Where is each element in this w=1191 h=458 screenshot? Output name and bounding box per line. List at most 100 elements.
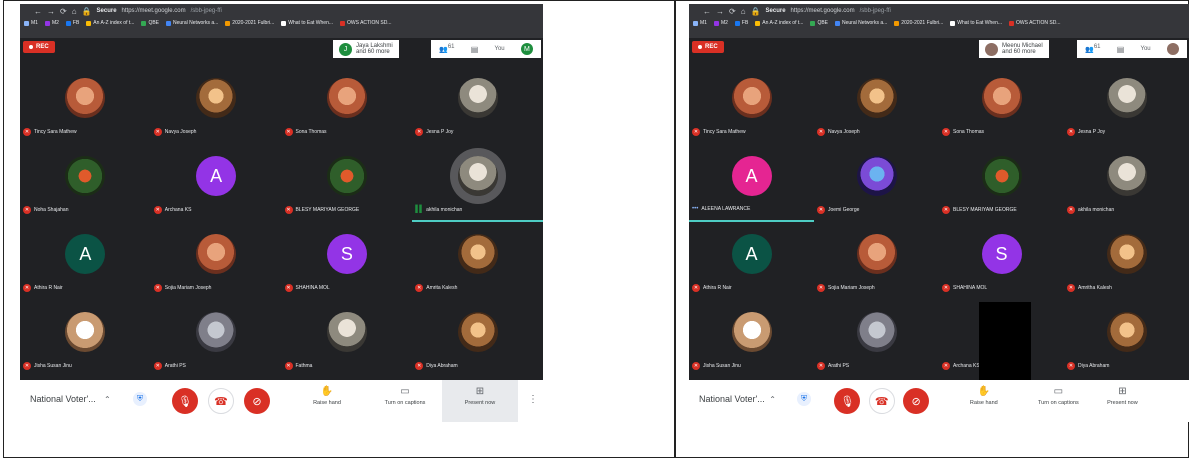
bookmark-favicon-icon xyxy=(810,20,816,26)
recording-label: REC xyxy=(36,44,49,50)
participant-tile[interactable]: ✕ Amrita Kalesh xyxy=(412,222,543,300)
hang-up-button[interactable]: ☎ xyxy=(208,388,234,414)
participant-tile[interactable]: ✕ Joemi George xyxy=(814,144,939,222)
participant-tile[interactable]: ✕ Tincy Sara Mathew xyxy=(20,66,151,144)
mic-off-button[interactable]: 🎙 xyxy=(834,388,861,414)
bookmark-item[interactable]: FB xyxy=(65,20,79,26)
participant-tile[interactable]: ✕ Tincy Sara Mathew xyxy=(689,66,814,144)
mic-off-button[interactable]: 🎙 xyxy=(172,388,198,414)
people-button[interactable]: 👥61 xyxy=(1085,44,1100,54)
participant-name: Navya Joseph xyxy=(164,129,197,135)
bookmark-item[interactable]: FB xyxy=(734,20,748,26)
participant-tile[interactable]: ✕ Jesna P Joy xyxy=(1064,66,1189,144)
recording-badge: REC xyxy=(692,41,724,53)
reload-icon[interactable]: ⟳ xyxy=(729,7,736,16)
forward-icon[interactable]: → xyxy=(47,7,55,16)
participants-summary[interactable]: Meenu Michael and 60 more xyxy=(979,40,1049,58)
participant-tile[interactable]: ✕ Arathi PS xyxy=(814,300,939,378)
people-button[interactable]: 👥61 xyxy=(439,44,454,54)
address-bar[interactable]: ← → ⟳ ⌂ 🔒 Secure https://meet.google.com/sbb-j… xyxy=(20,4,543,18)
participant-tile[interactable]: ✕ Arathi PS xyxy=(151,300,282,378)
more-options-icon[interactable]: ⋮ xyxy=(528,394,538,405)
chevron-up-icon[interactable]: ⌃ xyxy=(104,395,111,404)
bookmark-item[interactable]: 2020-2021 Fulbri... xyxy=(225,20,274,26)
present-now-button[interactable]: ⊞ Present now xyxy=(1092,386,1152,406)
meeting-name[interactable]: National Voter'... xyxy=(30,394,96,404)
chevron-up-icon[interactable]: ⌃ xyxy=(769,395,776,404)
raise-hand-button[interactable]: ✋ Raise hand xyxy=(297,386,357,406)
home-icon[interactable]: ⌂ xyxy=(72,7,77,16)
participant-avatar xyxy=(326,156,367,196)
participant-tile[interactable]: ✕ Diya Abraham xyxy=(412,300,543,378)
captions-button[interactable]: ▭ Turn on captions xyxy=(1028,386,1088,406)
bookmark-item[interactable]: M2 xyxy=(713,20,728,26)
participant-tile[interactable]: ✕ BLESY MARIYAM GEORGE xyxy=(939,144,1064,222)
captions-icon: ▭ xyxy=(1053,386,1064,397)
bookmark-item[interactable]: An A-Z index of t... xyxy=(86,20,134,26)
bookmark-item[interactable]: M1 xyxy=(24,20,38,26)
participant-tile[interactable]: ✕ Amritha Kalesh xyxy=(1064,222,1189,300)
participant-label: ✕ Navya Joseph xyxy=(817,128,860,136)
participants-summary[interactable]: J Jaya Lakshmi and 60 more xyxy=(333,40,399,58)
participant-tile[interactable]: A ✕ Archana KS xyxy=(151,144,282,222)
participant-tile[interactable]: ✕ Jisha Susan Jinu xyxy=(20,300,151,378)
bookmark-item[interactable]: QBE xyxy=(810,20,828,26)
participant-tile[interactable]: ✕ Navya Joseph xyxy=(814,66,939,144)
camera-off-button[interactable]: ⊘ xyxy=(244,388,270,414)
captions-button[interactable]: ▭ Turn on captions xyxy=(375,386,435,406)
participant-tile[interactable]: ✕ Sona Thomas xyxy=(939,66,1064,144)
raise-hand-button[interactable]: ✋ Raise hand xyxy=(954,386,1014,406)
bookmark-item[interactable]: 2020-2021 Fulbri... xyxy=(894,20,943,26)
reload-icon[interactable]: ⟳ xyxy=(60,7,67,16)
self-avatar[interactable] xyxy=(1166,43,1179,55)
self-avatar[interactable]: M xyxy=(520,43,533,55)
participant-tile[interactable]: S ✕ SHAHINA MOL xyxy=(939,222,1064,300)
mic-off-icon: ✕ xyxy=(23,362,31,370)
camera-off-button[interactable]: ⊘ xyxy=(903,388,930,414)
bookmark-item[interactable]: OWS ACTION SD... xyxy=(340,20,391,26)
shield-icon[interactable]: ⛨ xyxy=(797,392,812,406)
participant-label: ✕ Archana KS xyxy=(942,362,980,370)
participant-tile[interactable]: ✕ Sona Thomas xyxy=(282,66,413,144)
participant-tile[interactable]: ✕ BLESY MARIYAM GEORGE xyxy=(282,144,413,222)
participant-tile[interactable]: ✕ Noha Shajahan xyxy=(20,144,151,222)
bookmarks-bar: M1 M2 FB An A-Z index of t... QBE Neural Netw… xyxy=(20,18,543,28)
back-icon[interactable]: ← xyxy=(34,7,42,16)
present-now-button[interactable]: ⊞ Present now xyxy=(442,380,518,422)
bookmark-item[interactable]: What to Eat When... xyxy=(950,20,1002,26)
participant-tile[interactable]: A ✕ Athira R Nair xyxy=(689,222,814,300)
participant-tile[interactable]: ✕ Navya Joseph xyxy=(151,66,282,144)
participant-tile[interactable]: A ✕ Athira R Nair xyxy=(20,222,151,300)
forward-icon[interactable]: → xyxy=(716,7,724,16)
participant-tile[interactable]: ✕ Sojia Mariam Joseph xyxy=(814,222,939,300)
bookmark-item[interactable]: QBE xyxy=(141,20,159,26)
participant-label: ✕ BLESY MARIYAM GEORGE xyxy=(942,206,1017,214)
address-bar[interactable]: ← → ⟳ ⌂ 🔒 Secure https://meet.google.com/sbb-j… xyxy=(689,4,1189,18)
participant-tile[interactable]: ✕ Diya Abraham xyxy=(1064,300,1189,378)
bookmark-item[interactable]: M2 xyxy=(44,20,59,26)
bookmark-item[interactable]: M1 xyxy=(693,20,707,26)
bookmark-item[interactable]: What to Eat When... xyxy=(281,20,333,26)
bookmark-item[interactable]: Neural Networks a... xyxy=(835,20,887,26)
participant-name: Tincy Sara Mathew xyxy=(34,129,77,135)
meeting-name[interactable]: National Voter'... xyxy=(699,394,765,404)
participant-tile[interactable]: A ••• ALEENA LAWRANCE xyxy=(689,144,814,222)
home-icon[interactable]: ⌂ xyxy=(741,7,746,16)
participant-tile[interactable]: ▌▌ akhila monichan xyxy=(412,144,543,222)
participant-tile[interactable]: ✕ Jesna P Joy xyxy=(412,66,543,144)
chat-icon[interactable]: ▤ xyxy=(471,45,479,54)
participant-label: ✕ SHAHINA MOL xyxy=(284,284,330,292)
participant-tile[interactable]: ✕ akhila monichan xyxy=(1064,144,1189,222)
hang-up-button[interactable]: ☎ xyxy=(868,388,895,414)
participant-tile[interactable]: ✕ Sojia Mariam Joseph xyxy=(151,222,282,300)
shield-icon[interactable]: ⛨ xyxy=(133,392,147,406)
participant-tile[interactable]: ✕ Jisha Susan Jinu xyxy=(689,300,814,378)
participant-tile[interactable]: ✕ Fathma xyxy=(282,300,413,378)
bookmark-item[interactable]: OWS ACTION SD... xyxy=(1009,20,1060,26)
bookmark-item[interactable]: An A-Z index of t... xyxy=(755,20,803,26)
bookmark-item[interactable]: Neural Networks a... xyxy=(166,20,218,26)
chat-icon[interactable]: ▤ xyxy=(1117,45,1125,54)
present-now-label: Present now xyxy=(1107,400,1138,406)
participant-tile[interactable]: S ✕ SHAHINA MOL xyxy=(282,222,413,300)
back-icon[interactable]: ← xyxy=(703,7,711,16)
